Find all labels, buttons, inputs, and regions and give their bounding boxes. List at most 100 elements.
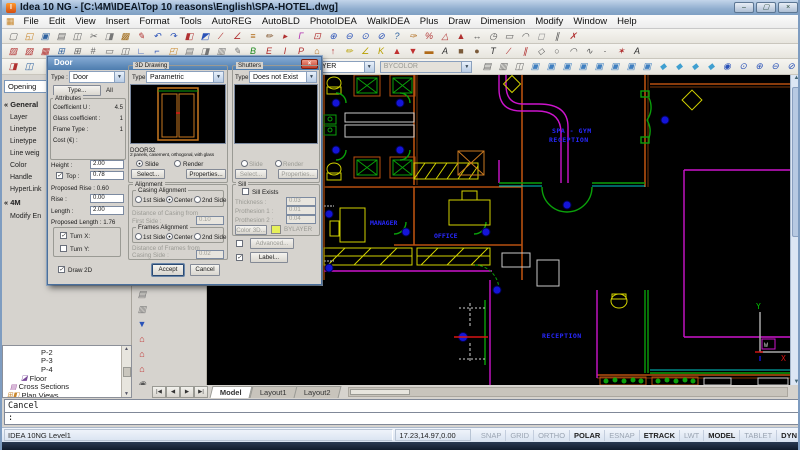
close-button[interactable]: × bbox=[778, 2, 798, 13]
text-icon[interactable]: T bbox=[485, 44, 501, 58]
top-checkbox[interactable]: ✓ bbox=[56, 172, 63, 179]
casing-center-radio[interactable]: ● bbox=[166, 196, 173, 203]
menu-item[interactable]: WalkIDEA bbox=[362, 16, 415, 27]
menu-item[interactable]: Format bbox=[134, 16, 174, 27]
marker-icon[interactable]: ▸ bbox=[277, 29, 293, 43]
turn-x-checkbox[interactable]: ✓ bbox=[60, 232, 67, 239]
advanced-checkbox[interactable] bbox=[236, 240, 243, 247]
tab-nav-button[interactable]: ▶ bbox=[180, 386, 194, 398]
parallel-icon[interactable]: ∥ bbox=[517, 44, 533, 58]
menu-item[interactable]: Dimension bbox=[475, 16, 530, 27]
scrollbar-thumb[interactable] bbox=[792, 87, 800, 237]
view-se-iso-icon[interactable]: ▣ bbox=[639, 60, 655, 74]
zoom-in-icon[interactable]: ⊕ bbox=[325, 29, 341, 43]
plot-config-icon[interactable]: ▤ bbox=[479, 60, 495, 74]
menu-item[interactable]: View bbox=[70, 16, 100, 27]
arrow-up-icon[interactable]: ↑ bbox=[325, 44, 341, 58]
tree-item[interactable]: P-2 bbox=[5, 348, 131, 357]
building-floor-icon[interactable]: ⌂ bbox=[134, 347, 150, 361]
status-toggle[interactable]: ORTHO bbox=[534, 430, 570, 441]
status-toggle[interactable]: SNAP bbox=[477, 430, 506, 441]
plot-icon[interactable]: ▥ bbox=[495, 60, 511, 74]
hatch-icon[interactable]: ▨ bbox=[5, 44, 21, 58]
tools-icon[interactable]: Γ bbox=[293, 29, 309, 43]
layout-tab[interactable]: Layout1 bbox=[249, 386, 297, 398]
view-bottom-icon[interactable]: ▣ bbox=[543, 60, 559, 74]
tree-scrollbar[interactable]: ▲ ▼ bbox=[121, 346, 131, 397]
arc-icon[interactable]: ◠ bbox=[517, 29, 533, 43]
shutters-type-combo[interactable]: Does not Exist▼ bbox=[249, 71, 317, 83]
match-properties-icon[interactable]: ✎ bbox=[133, 29, 149, 43]
sill-exists-checkbox[interactable] bbox=[242, 188, 249, 195]
command-input[interactable]: : bbox=[4, 413, 800, 425]
trim-icon[interactable]: ✗ bbox=[565, 29, 581, 43]
layout-tab[interactable]: Layout2 bbox=[294, 386, 342, 398]
offset-icon[interactable]: ∥ bbox=[549, 29, 565, 43]
cut-icon[interactable]: ✂ bbox=[85, 29, 101, 43]
render-icon[interactable]: ◨ bbox=[5, 60, 21, 74]
rotate-icon[interactable]: ◷ bbox=[485, 29, 501, 43]
roof-up-icon[interactable]: ▲ bbox=[389, 44, 405, 58]
canvas-horizontal-scrollbar[interactable] bbox=[348, 387, 788, 397]
plot-preview-icon[interactable]: ◫ bbox=[511, 60, 527, 74]
rectangle-icon[interactable]: ▭ bbox=[501, 29, 517, 43]
angle-icon[interactable]: ∠ bbox=[357, 44, 373, 58]
xref-icon[interactable]: ◩ bbox=[197, 29, 213, 43]
3d-properties-button[interactable]: Properties... bbox=[186, 169, 226, 179]
k-tool-icon[interactable]: K bbox=[373, 44, 389, 58]
menu-item[interactable]: Draw bbox=[443, 16, 475, 27]
menu-item[interactable]: Tools bbox=[174, 16, 206, 27]
print-icon[interactable]: ▤ bbox=[53, 29, 69, 43]
building-floor-icon[interactable]: ⌂ bbox=[134, 362, 150, 376]
zoom-out-icon[interactable]: ⊖ bbox=[341, 29, 357, 43]
wall-icon[interactable]: ▬ bbox=[421, 44, 437, 58]
tree-item[interactable]: P-3 bbox=[5, 357, 131, 366]
canvas-vertical-scrollbar[interactable]: ▲ ▼ bbox=[790, 75, 800, 385]
top-input[interactable]: 0.78 bbox=[90, 171, 124, 180]
open-icon[interactable]: ◱ bbox=[21, 29, 37, 43]
new-icon[interactable]: ▢ bbox=[5, 29, 21, 43]
point-icon[interactable]: · bbox=[597, 44, 613, 58]
scene-icon[interactable]: ▥ bbox=[134, 302, 150, 316]
turn-y-checkbox[interactable] bbox=[60, 245, 67, 252]
zoom-realtime-icon[interactable]: ◉ bbox=[719, 60, 735, 74]
erase-icon[interactable]: ◻ bbox=[533, 29, 549, 43]
door-type-combo[interactable]: Door▼ bbox=[69, 71, 125, 83]
zoom-in-icon[interactable]: ⊕ bbox=[751, 60, 767, 74]
help-icon[interactable]: ? bbox=[389, 29, 405, 43]
text-style-icon[interactable]: A bbox=[437, 44, 453, 58]
view-right-icon[interactable]: ▣ bbox=[575, 60, 591, 74]
move-icon[interactable]: ↔ bbox=[469, 29, 485, 43]
iso-se-icon[interactable]: ◆ bbox=[687, 60, 703, 74]
height-input[interactable]: 2.00 bbox=[90, 160, 124, 169]
circle-icon[interactable]: ○ bbox=[549, 44, 565, 58]
line-icon[interactable]: ∕ bbox=[213, 29, 229, 43]
status-toggle[interactable]: DYN bbox=[777, 430, 800, 441]
redo-icon[interactable]: ↷ bbox=[165, 29, 181, 43]
menu-item[interactable]: AutoBLD bbox=[257, 16, 305, 27]
materials-icon[interactable]: ◫ bbox=[21, 60, 37, 74]
arc2-icon[interactable]: ◠ bbox=[565, 44, 581, 58]
settings-icon[interactable]: ⊡ bbox=[309, 29, 325, 43]
status-toggle[interactable]: POLAR bbox=[570, 430, 605, 441]
text-a-icon[interactable]: A bbox=[629, 44, 645, 58]
iso-nw-icon[interactable]: ◆ bbox=[671, 60, 687, 74]
zoom-out-icon[interactable]: ⊖ bbox=[767, 60, 783, 74]
save-icon[interactable]: ▣ bbox=[37, 29, 53, 43]
window-titlebar[interactable]: I Idea 10 NG - [C:\4M\IDEA\Top 10 reason… bbox=[2, 0, 800, 15]
draw-pencil-icon[interactable]: ✑ bbox=[405, 29, 421, 43]
iso-sw-icon[interactable]: ◆ bbox=[703, 60, 719, 74]
status-toggle[interactable]: MODEL bbox=[704, 430, 740, 441]
polygon-icon[interactable]: ◇ bbox=[533, 44, 549, 58]
percent-icon[interactable]: % bbox=[421, 29, 437, 43]
tab-nav-button[interactable]: ▶| bbox=[194, 386, 208, 398]
3d-render-radio[interactable] bbox=[174, 160, 181, 167]
view-back-icon[interactable]: ▣ bbox=[607, 60, 623, 74]
accept-button[interactable]: Accept bbox=[152, 264, 184, 276]
length-input[interactable]: 2.00 bbox=[90, 206, 124, 215]
view-sw-iso-icon[interactable]: ▣ bbox=[623, 60, 639, 74]
furniture-icon[interactable]: ■ bbox=[453, 44, 469, 58]
status-toggle[interactable]: TABLET bbox=[740, 430, 777, 441]
layout-tab[interactable]: Model bbox=[210, 386, 253, 398]
object-type-selector[interactable]: Opening bbox=[4, 80, 48, 93]
